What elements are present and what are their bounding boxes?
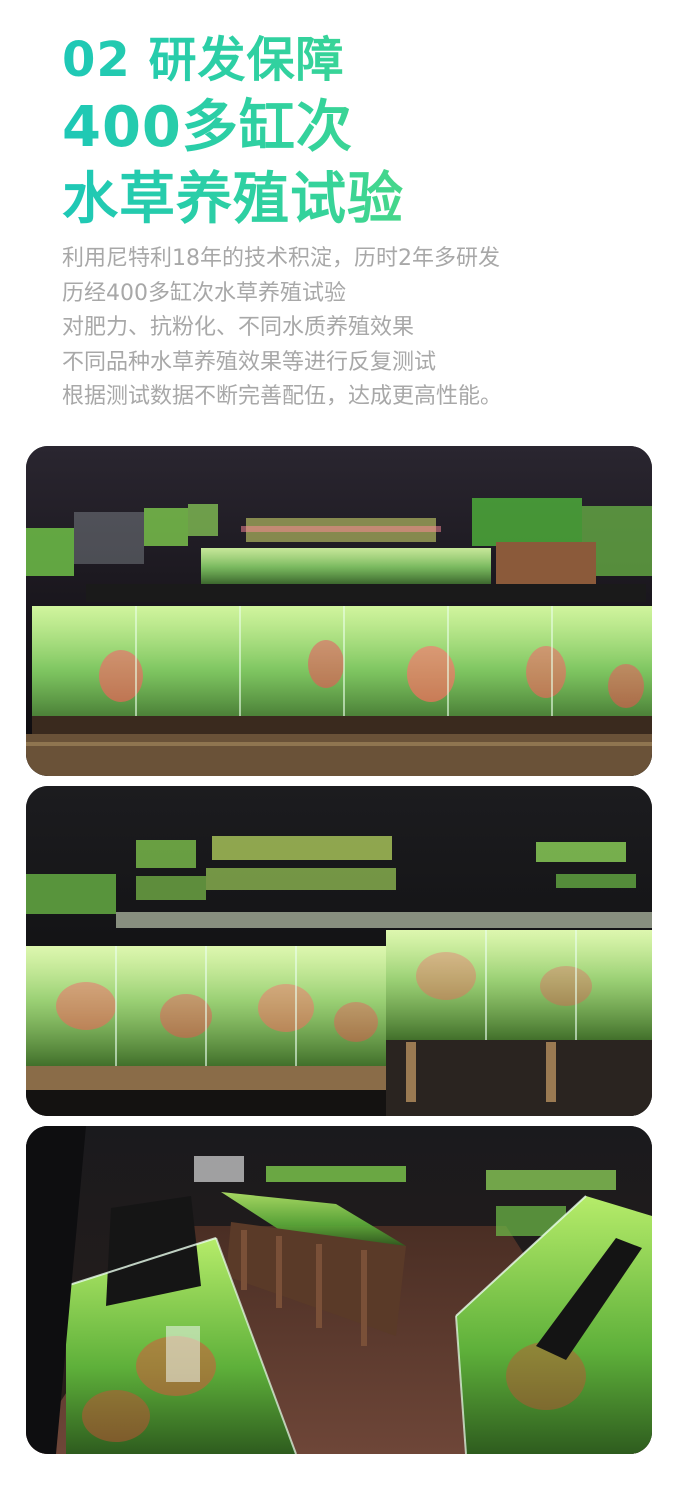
description-line: 不同品种水草养殖效果等进行反复测试 xyxy=(62,349,437,375)
aquarium-lab-photo-1 xyxy=(26,446,652,776)
aquarium-lab-photo-2 xyxy=(26,786,652,1116)
aquarium-lab-illustration-3 xyxy=(26,1126,652,1454)
aquarium-lab-illustration-2 xyxy=(26,786,652,1116)
aquarium-lab-photo-3 xyxy=(26,1126,652,1454)
description-line: 对肥力、抗粉化、不同水质养殖效果 xyxy=(62,315,415,340)
headline-trial: 水草养殖试验 xyxy=(62,164,642,236)
description-line: 历经400多缸次水草养殖试验 xyxy=(62,280,346,306)
description-paragraph: 利用尼特利18年的技术积淀，历时2年多研发 历经400多缸次水草养殖试验 对肥力… xyxy=(62,242,662,415)
hero-heading: 02 研发保障 400多缸次 水草养殖试验 xyxy=(62,30,642,236)
headline-count: 400多缸次 xyxy=(62,92,642,164)
section-number-title: 02 研发保障 xyxy=(62,30,642,90)
description-line: 利用尼特利18年的技术积淀，历时2年多研发 xyxy=(62,246,500,271)
description-line: 根据测试数据不断完善配伍，达成更高性能。 xyxy=(62,384,503,409)
aquarium-lab-illustration-1 xyxy=(26,446,652,776)
